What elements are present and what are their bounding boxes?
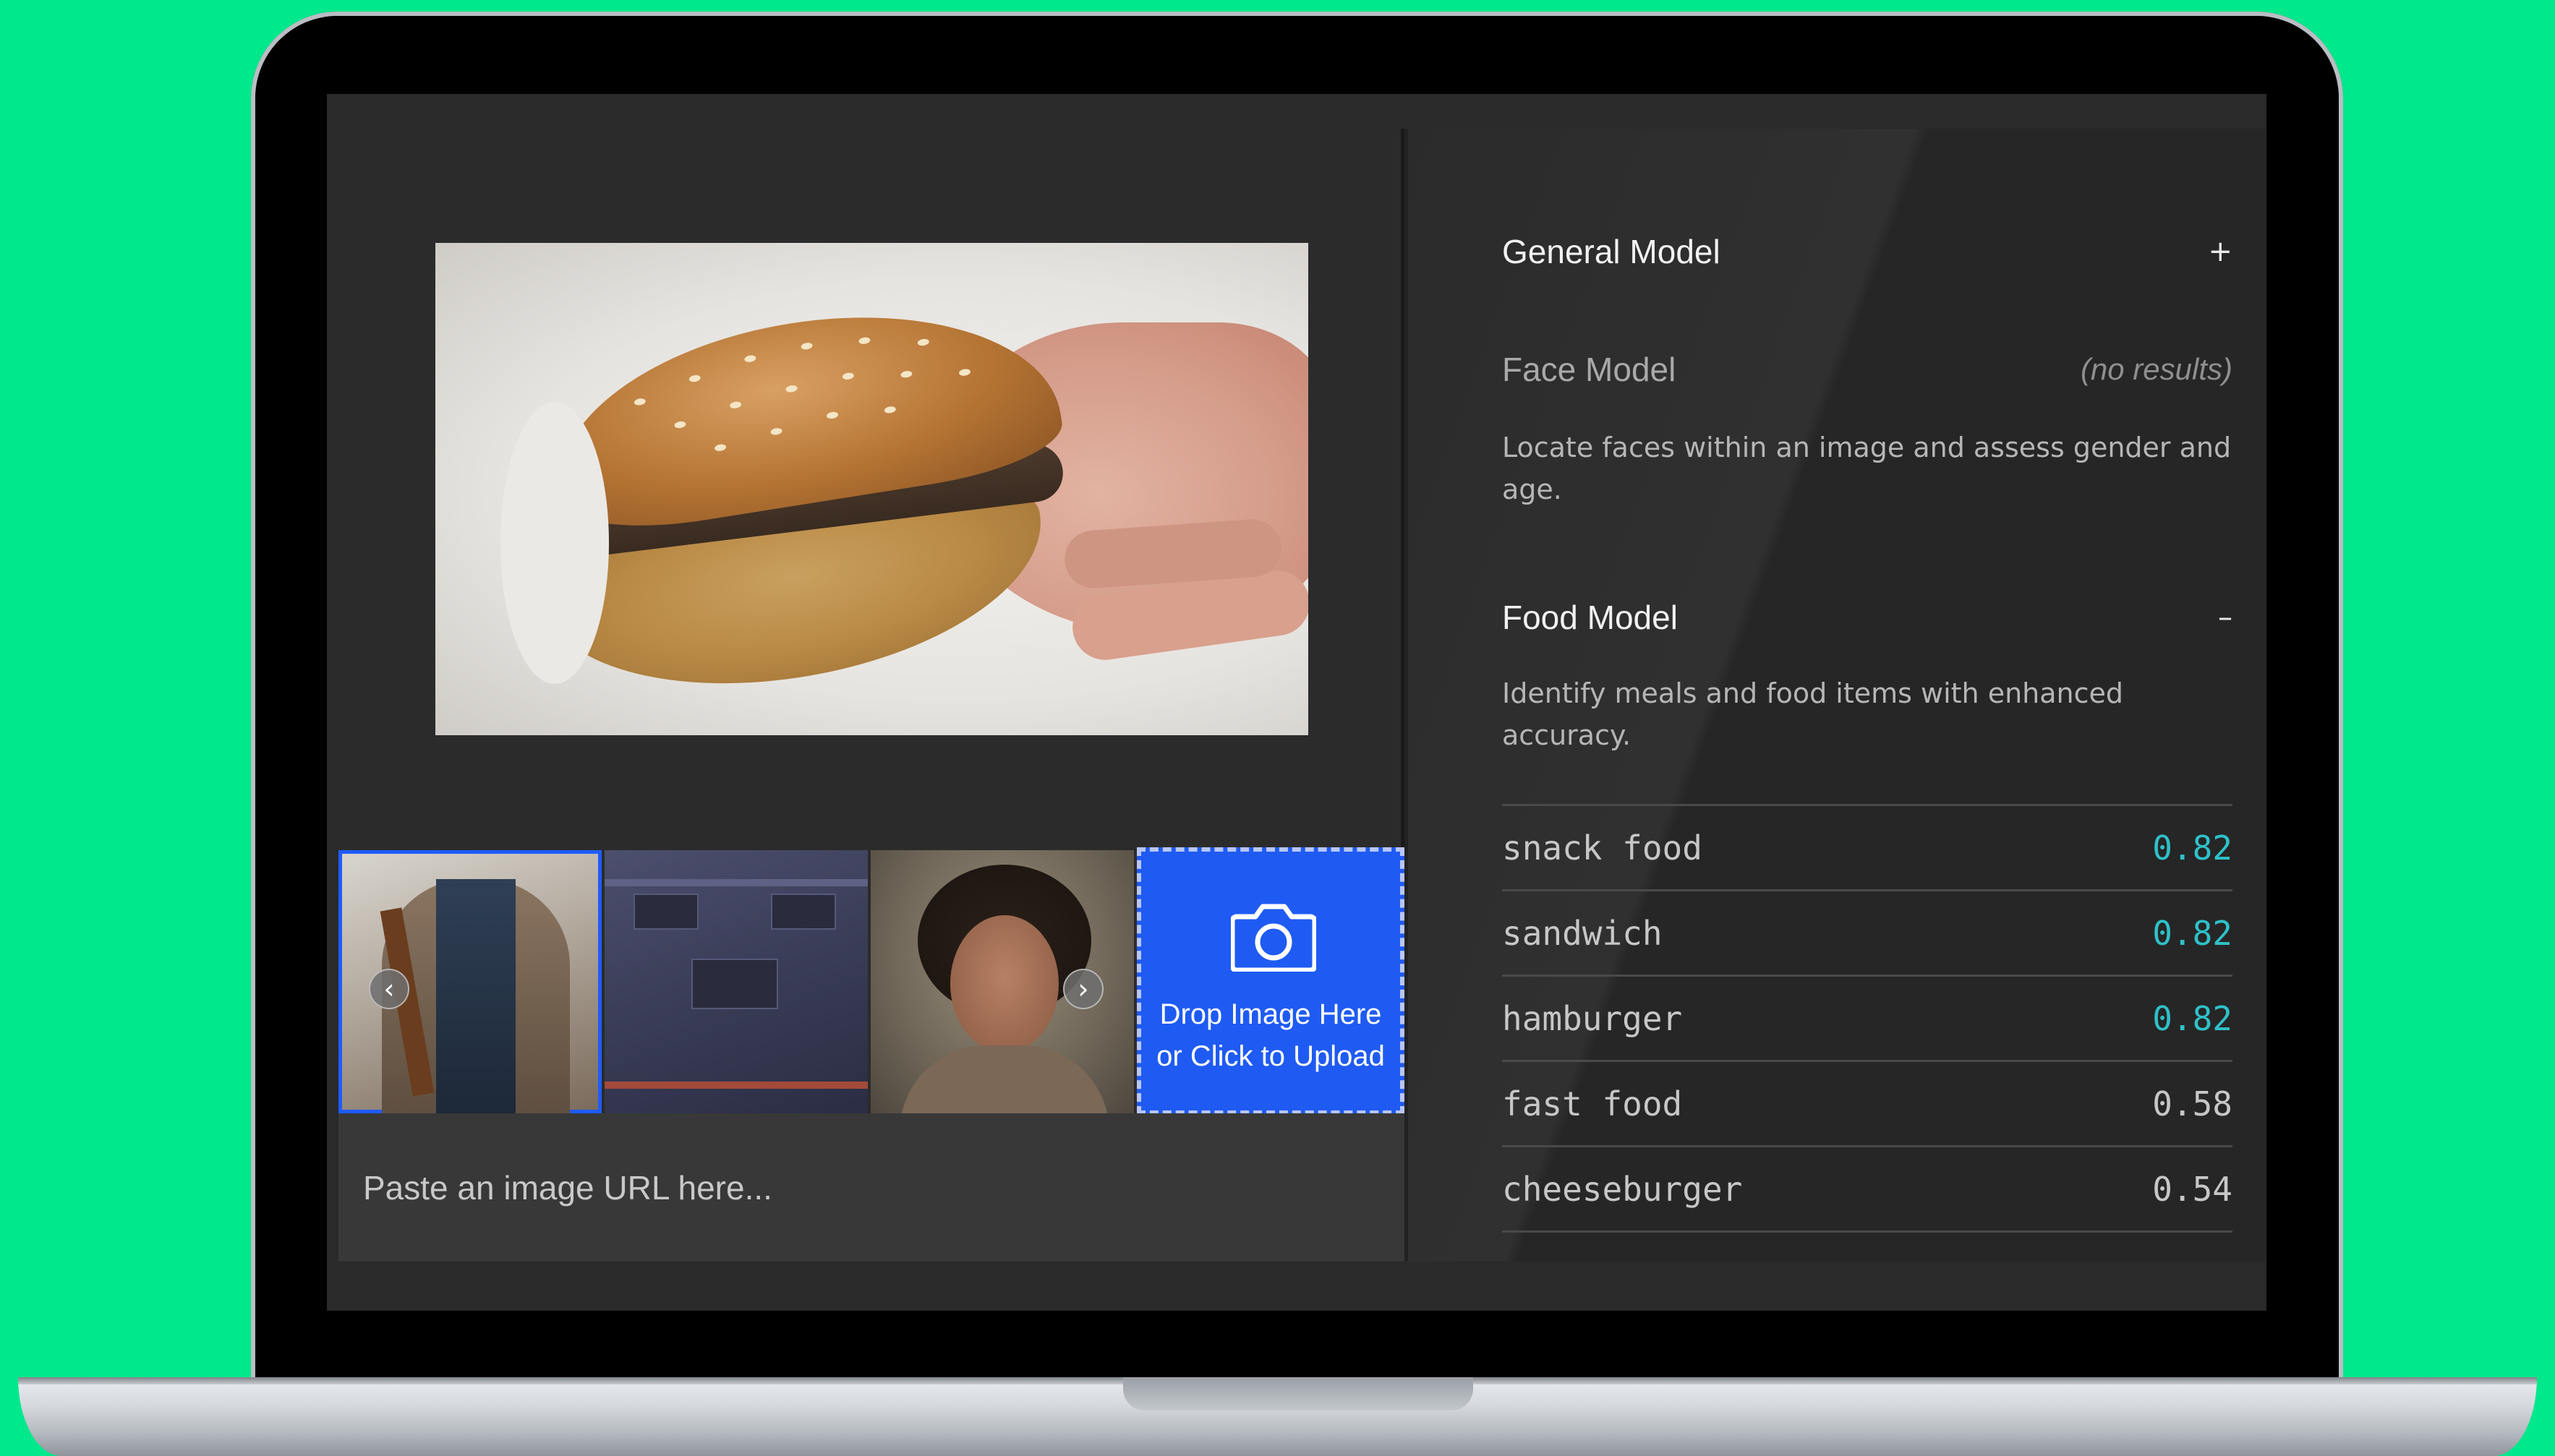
result-score: 0.82: [2152, 998, 2232, 1038]
result-label: snack food: [1502, 828, 1702, 868]
result-label: hamburger: [1502, 998, 1683, 1038]
sesame-seed: [826, 411, 839, 420]
result-row: fast food 0.58: [1502, 1062, 2232, 1147]
camera-icon: [1231, 904, 1316, 972]
sesame-seed: [729, 401, 742, 409]
result-label: fast food: [1502, 1084, 1683, 1123]
upload-line-2: or Click to Upload: [1156, 1040, 1385, 1072]
face-model-title: Face Model: [1502, 351, 1676, 388]
sesame-seed: [769, 427, 783, 436]
result-score: 0.82: [2152, 828, 2232, 868]
sesame-seed: [917, 338, 930, 347]
sesame-seed: [634, 398, 647, 406]
sesame-seed: [842, 372, 855, 381]
result-row: sandwich 0.82: [1502, 891, 2232, 977]
result-row: snack food 0.82: [1502, 806, 2232, 891]
models-pane: General Model + Face Model (no results) …: [1408, 129, 2266, 1262]
thumbnail-figure: [605, 879, 868, 886]
food-model-header[interactable]: Food Model –: [1502, 592, 2232, 643]
result-label: cheeseburger: [1502, 1169, 1743, 1209]
food-results-list: snack food 0.82 sandwich 0.82 hamburger …: [1502, 804, 2232, 1233]
thumbnail-figure: [950, 915, 1059, 1053]
thumbnail-figure: [436, 879, 516, 1113]
general-model-header[interactable]: General Model +: [1502, 226, 2232, 277]
food-model-title: Food Model: [1502, 599, 1678, 636]
chevron-left-icon[interactable]: ‹: [369, 969, 409, 1009]
result-score: 0.54: [2152, 1169, 2232, 1209]
sesame-seed: [785, 385, 798, 393]
sesame-seed: [801, 342, 814, 351]
sesame-seed: [858, 336, 871, 345]
result-row: hamburger 0.82: [1502, 977, 2232, 1062]
demo-app: ‹ › Drop Image Here or Click to Upload G…: [338, 129, 2266, 1262]
sesame-seed: [743, 354, 756, 363]
general-model-title: General Model: [1502, 233, 1720, 270]
face-model-header[interactable]: Face Model (no results): [1502, 344, 2232, 395]
upload-instructions: Drop Image Here or Click to Upload: [1141, 993, 1400, 1077]
food-model-description: Identify meals and food items with enhan…: [1502, 677, 2124, 751]
face-model-status: (no results): [2080, 352, 2232, 386]
expand-icon[interactable]: +: [2208, 235, 2232, 268]
image-preview: [435, 243, 1308, 735]
thumbnail-figure: [691, 959, 778, 1009]
sesame-seed: [714, 443, 727, 452]
collapse-icon[interactable]: –: [2218, 601, 2232, 634]
image-url-input[interactable]: [338, 1113, 1404, 1262]
sample-thumbnails: ‹ › Drop Image Here or Click to Upload: [338, 847, 1404, 1115]
laptop-notch: [1123, 1377, 1473, 1410]
sesame-seed: [958, 368, 971, 377]
thumbnail-figure: [900, 1045, 1109, 1113]
image-pane: ‹ › Drop Image Here or Click to Upload: [338, 129, 1404, 1262]
sesame-seed: [884, 406, 897, 414]
thumbnail-figure: [605, 1082, 868, 1089]
chevron-right-icon[interactable]: ›: [1063, 969, 1104, 1009]
sesame-seed: [688, 374, 701, 383]
face-model-description: Locate faces within an image and assess …: [1502, 432, 2232, 505]
result-label: sandwich: [1502, 913, 1663, 953]
thumbnail-circuit-board[interactable]: [605, 850, 868, 1113]
result-score: 0.58: [2152, 1084, 2232, 1123]
result-row: cheeseburger 0.54: [1502, 1147, 2232, 1233]
bite-mark: [500, 402, 609, 684]
thumbnail-figure: [634, 894, 699, 930]
upload-line-1: Drop Image Here: [1159, 998, 1382, 1030]
thumbnail-figure: [771, 894, 836, 930]
upload-dropzone[interactable]: Drop Image Here or Click to Upload: [1137, 847, 1404, 1115]
sesame-seed: [673, 420, 687, 429]
result-score: 0.82: [2152, 913, 2232, 953]
sesame-seed: [900, 370, 913, 379]
